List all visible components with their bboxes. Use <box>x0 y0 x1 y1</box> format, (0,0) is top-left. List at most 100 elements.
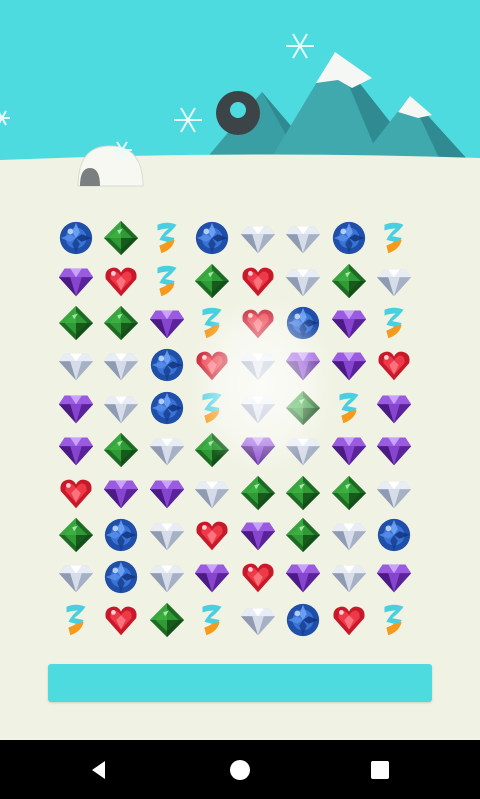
board-cell[interactable] <box>372 471 418 513</box>
board-cell[interactable] <box>53 471 99 513</box>
board-cell[interactable] <box>144 556 190 598</box>
purple-amethyst-gem-icon <box>195 564 230 593</box>
board-cell[interactable] <box>372 599 418 641</box>
board-cell[interactable] <box>326 429 372 471</box>
board-cell[interactable] <box>190 344 236 386</box>
board-cell[interactable] <box>281 514 327 556</box>
board-cell[interactable] <box>281 471 327 513</box>
green-emerald-gem-icon <box>240 475 275 510</box>
board-cell[interactable] <box>235 217 281 259</box>
board-cell[interactable] <box>372 344 418 386</box>
board-cell[interactable] <box>235 429 281 471</box>
board-cell[interactable] <box>326 259 372 301</box>
board-cell[interactable] <box>53 344 99 386</box>
board-cell[interactable] <box>99 259 145 301</box>
board-cell[interactable] <box>235 599 281 641</box>
board-cell[interactable] <box>190 556 236 598</box>
board-cell[interactable] <box>99 302 145 344</box>
board-cell[interactable] <box>190 387 236 429</box>
board-cell[interactable] <box>281 344 327 386</box>
board-cell[interactable] <box>235 344 281 386</box>
board-cell[interactable] <box>281 387 327 429</box>
board-cell[interactable] <box>372 259 418 301</box>
board-cell[interactable] <box>372 302 418 344</box>
red-ruby-heart-gem-icon <box>242 267 274 296</box>
cyan-orange-zigzag-gem-icon <box>202 604 222 635</box>
board-cell[interactable] <box>190 429 236 471</box>
board-cell[interactable] <box>99 556 145 598</box>
board-cell[interactable] <box>235 514 281 556</box>
board-cell[interactable] <box>190 599 236 641</box>
board-cell[interactable] <box>99 514 145 556</box>
board-cell[interactable] <box>235 302 281 344</box>
board-cell[interactable] <box>326 344 372 386</box>
board-cell[interactable] <box>190 217 236 259</box>
board-cell[interactable] <box>99 217 145 259</box>
board-cell[interactable] <box>372 514 418 556</box>
board-cell[interactable] <box>326 556 372 598</box>
board-cell[interactable] <box>53 259 99 301</box>
board-cell[interactable] <box>281 556 327 598</box>
board-cell[interactable] <box>99 599 145 641</box>
android-nav-bar <box>0 740 480 799</box>
board-cell[interactable] <box>99 344 145 386</box>
white-diamond-gem-icon <box>58 353 93 381</box>
board-cell[interactable] <box>235 387 281 429</box>
board-cell[interactable] <box>53 429 99 471</box>
board-cell[interactable] <box>326 387 372 429</box>
board-cell[interactable] <box>144 259 190 301</box>
board-cell[interactable] <box>144 344 190 386</box>
board-cell[interactable] <box>326 599 372 641</box>
board-cell[interactable] <box>372 387 418 429</box>
board-cell[interactable] <box>144 471 190 513</box>
board-cell[interactable] <box>372 556 418 598</box>
board-cell[interactable] <box>281 599 327 641</box>
recents-button[interactable] <box>340 740 420 799</box>
board-cell[interactable] <box>190 514 236 556</box>
board-cell[interactable] <box>190 471 236 513</box>
board-cell[interactable] <box>53 556 99 598</box>
board-cell[interactable] <box>144 599 190 641</box>
board-cell[interactable] <box>144 514 190 556</box>
board-cell[interactable] <box>372 217 418 259</box>
back-icon <box>92 760 105 779</box>
board-cell[interactable] <box>53 302 99 344</box>
board-cell[interactable] <box>281 217 327 259</box>
board-cell[interactable] <box>326 302 372 344</box>
board-cell[interactable] <box>326 471 372 513</box>
board-cell[interactable] <box>235 259 281 301</box>
board-cell[interactable] <box>144 429 190 471</box>
cyan-orange-zigzag-gem-icon <box>384 604 404 635</box>
board-cell[interactable] <box>53 514 99 556</box>
red-ruby-heart-gem-icon <box>242 309 274 339</box>
back-button[interactable] <box>60 740 140 799</box>
board-cell[interactable] <box>99 471 145 513</box>
recents-icon <box>371 760 389 779</box>
board-cell[interactable] <box>190 259 236 301</box>
board-cell[interactable] <box>99 429 145 471</box>
board-cell[interactable] <box>144 217 190 259</box>
white-diamond-gem-icon <box>331 565 366 593</box>
board-cell[interactable] <box>53 599 99 641</box>
board-cell[interactable] <box>326 514 372 556</box>
board-cell[interactable] <box>281 259 327 301</box>
board-cell[interactable] <box>190 302 236 344</box>
board-cell[interactable] <box>235 556 281 598</box>
board-cell[interactable] <box>281 302 327 344</box>
home-button[interactable] <box>200 740 280 799</box>
purple-amethyst-gem-icon <box>240 437 275 466</box>
board-cell[interactable] <box>144 302 190 344</box>
board-cell[interactable] <box>99 387 145 429</box>
board-cell[interactable] <box>235 471 281 513</box>
board-cell[interactable] <box>53 217 99 259</box>
board-cell[interactable] <box>53 387 99 429</box>
board-cell[interactable] <box>372 429 418 471</box>
purple-amethyst-gem-icon <box>377 395 412 423</box>
white-diamond-gem-icon <box>240 226 275 254</box>
white-diamond-gem-icon <box>286 438 321 466</box>
green-emerald-gem-icon <box>195 433 230 468</box>
blue-sapphire-gem-icon <box>59 222 92 255</box>
board-cell[interactable] <box>144 387 190 429</box>
board-cell[interactable] <box>281 429 327 471</box>
board-cell[interactable] <box>326 217 372 259</box>
